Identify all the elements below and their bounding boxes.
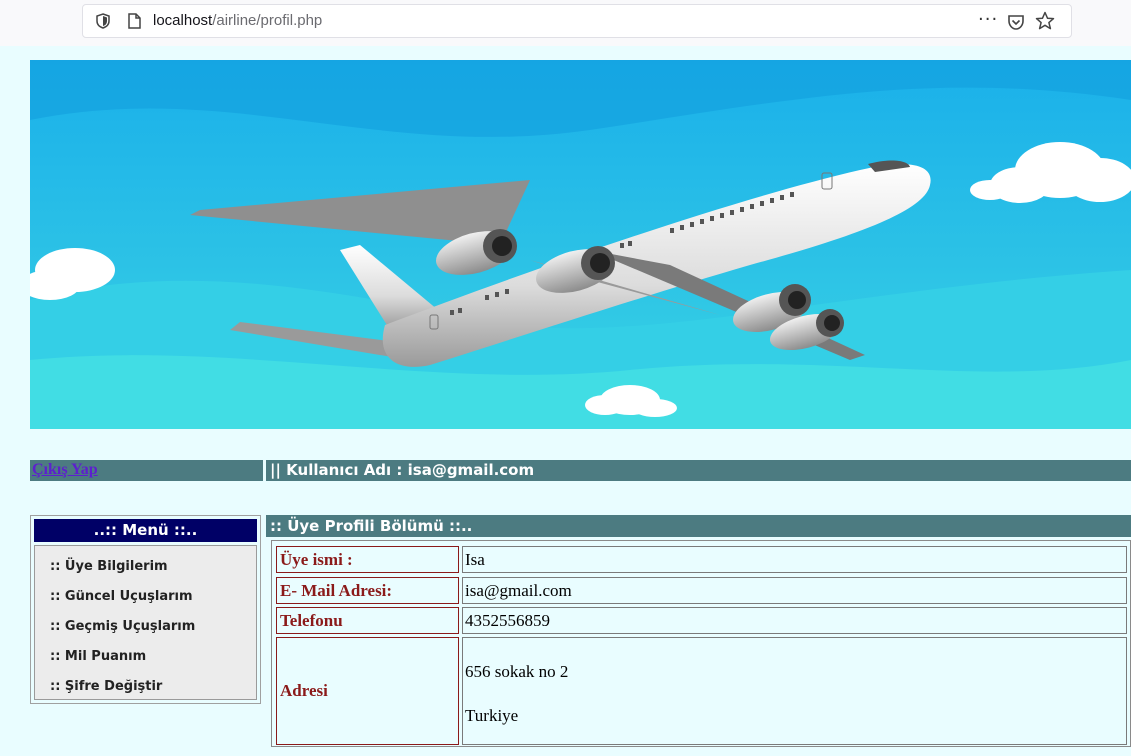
address-line-2: Turkiye xyxy=(465,706,519,725)
username-display: || Kullanıcı Adı : isa@gmail.com xyxy=(266,460,1131,481)
logout-cell: Çıkış Yap xyxy=(30,460,263,481)
menu-list: :: Üye Bilgilerim :: Güncel Uçuşlarım ::… xyxy=(34,545,257,700)
label-phone: Telefonu xyxy=(276,607,459,634)
value-email: isa@gmail.com xyxy=(462,577,1127,604)
airplane-illustration-icon xyxy=(30,60,1131,429)
url-text[interactable]: localhost/airline/profil.php xyxy=(153,12,322,29)
profile-header: :: Üye Profili Bölümü ::.. xyxy=(266,515,1131,537)
profile-table: Üye ismi : Isa E- Mail Adresi: isa@gmail… xyxy=(271,540,1131,747)
menu-item-change-password[interactable]: :: Şifre Değiştir xyxy=(50,679,162,694)
page-icon xyxy=(128,13,141,29)
label-name: Üye ismi : xyxy=(276,546,459,573)
pocket-icon[interactable] xyxy=(1007,13,1025,31)
label-email: E- Mail Adresi: xyxy=(276,577,459,604)
value-phone: 4352556859 xyxy=(462,607,1127,634)
menu-item-mile-points[interactable]: :: Mil Puanım xyxy=(50,649,146,664)
side-menu: ..:: Menü ::.. :: Üye Bilgilerim :: Günc… xyxy=(30,515,261,704)
label-address: Adresi xyxy=(276,637,459,745)
menu-item-member-info[interactable]: :: Üye Bilgilerim xyxy=(50,559,168,574)
value-address: 656 sokak no 2 Turkiye xyxy=(462,637,1127,745)
menu-item-past-flights[interactable]: :: Geçmiş Uçuşlarım xyxy=(50,619,195,634)
logout-link[interactable]: Çıkış Yap xyxy=(32,461,98,479)
airplane-banner xyxy=(30,60,1131,429)
menu-title: ..:: Menü ::.. xyxy=(34,519,257,542)
url-bar[interactable]: localhost/airline/profil.php ··· xyxy=(82,4,1072,38)
browser-toolbar: localhost/airline/profil.php ··· xyxy=(0,0,1131,46)
address-line-1: 656 sokak no 2 xyxy=(465,662,569,681)
value-name: Isa xyxy=(462,546,1127,573)
more-actions-icon[interactable]: ··· xyxy=(978,9,998,30)
menu-item-current-flights[interactable]: :: Güncel Uçuşlarım xyxy=(50,589,193,604)
bookmark-star-icon[interactable] xyxy=(1035,11,1055,31)
shield-icon[interactable] xyxy=(96,13,110,29)
